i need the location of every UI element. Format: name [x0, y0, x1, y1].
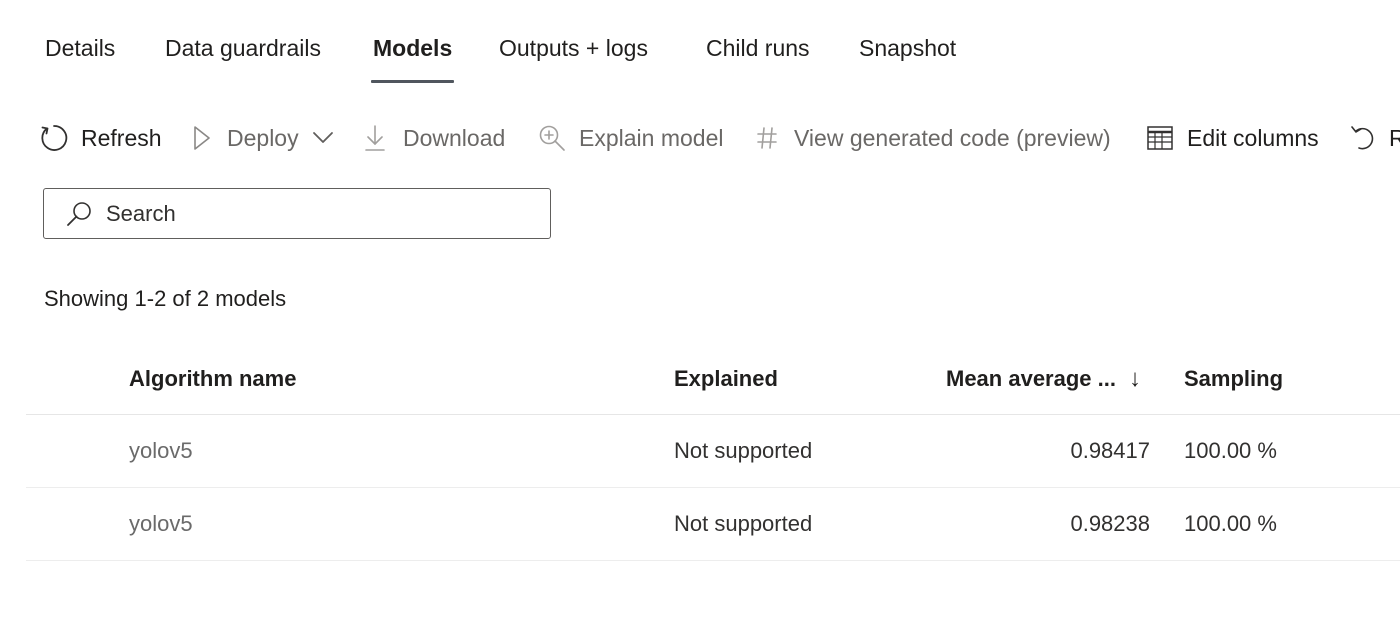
refresh-button[interactable]: Refresh: [38, 116, 162, 160]
search-box[interactable]: [43, 188, 551, 239]
column-header-sampling[interactable]: Sampling: [1184, 364, 1283, 394]
cell-mean-average: 0.98417: [1070, 438, 1150, 463]
active-tab-indicator: [371, 80, 454, 83]
table-icon: [1144, 122, 1176, 154]
sort-descending-icon[interactable]: ↓: [1129, 364, 1141, 394]
cell-explained: Not supported: [674, 438, 813, 463]
zoom-in-icon: [536, 122, 568, 154]
table-row[interactable]: yolov5 Not supported 0.98238 100.00 %: [26, 488, 1400, 561]
table-row[interactable]: yolov5 Not supported 0.98417 100.00 %: [26, 415, 1400, 488]
explain-model-label: Explain model: [579, 125, 724, 151]
download-icon: [362, 122, 388, 154]
cell-sampling: 100.00 %: [1184, 511, 1277, 536]
search-input[interactable]: [106, 200, 506, 227]
view-generated-code-label: View generated code (preview): [794, 125, 1111, 151]
command-bar: Refresh Deploy Download Explain model Vi…: [0, 116, 1400, 160]
download-button[interactable]: Download: [362, 116, 505, 160]
play-icon: [190, 122, 214, 154]
undo-icon: [1348, 122, 1376, 154]
column-header-mean-average[interactable]: Mean average ...: [946, 364, 1116, 394]
table-header: Algorithm name Explained Mean average ..…: [26, 350, 1400, 415]
chevron-down-icon: [311, 126, 335, 150]
tab-models[interactable]: Models: [373, 32, 452, 64]
refresh-icon: [38, 122, 70, 154]
column-header-algorithm-name[interactable]: Algorithm name: [129, 364, 296, 394]
hash-icon: [754, 122, 780, 154]
tab-bar: Details Data guardrails Models Outputs +…: [0, 0, 1400, 96]
deploy-label: Deploy: [227, 125, 299, 151]
tab-snapshot[interactable]: Snapshot: [859, 32, 956, 64]
cell-algorithm-name[interactable]: yolov5: [129, 509, 193, 539]
edit-columns-button[interactable]: Edit columns: [1144, 116, 1319, 160]
view-generated-code-button[interactable]: View generated code (preview): [754, 116, 1111, 160]
cell-algorithm-name[interactable]: yolov5: [129, 436, 193, 466]
column-header-explained[interactable]: Explained: [674, 364, 778, 394]
result-count: Showing 1-2 of 2 models: [44, 286, 287, 311]
explain-model-button[interactable]: Explain model: [536, 116, 723, 160]
reset-button[interactable]: R: [1348, 116, 1400, 160]
reset-label: R: [1389, 125, 1400, 151]
search-icon: [64, 199, 94, 229]
tab-data-guardrails[interactable]: Data guardrails: [165, 32, 321, 64]
models-table: Algorithm name Explained Mean average ..…: [26, 350, 1400, 561]
tab-details[interactable]: Details: [45, 32, 115, 64]
cell-mean-average: 0.98238: [1070, 511, 1150, 536]
edit-columns-label: Edit columns: [1187, 125, 1319, 151]
download-label: Download: [403, 125, 506, 151]
cell-explained: Not supported: [674, 511, 813, 536]
refresh-label: Refresh: [81, 125, 162, 151]
tab-outputs-logs[interactable]: Outputs + logs: [499, 32, 648, 64]
tab-child-runs[interactable]: Child runs: [706, 32, 810, 64]
cell-sampling: 100.00 %: [1184, 438, 1277, 463]
deploy-button[interactable]: Deploy: [190, 116, 335, 160]
